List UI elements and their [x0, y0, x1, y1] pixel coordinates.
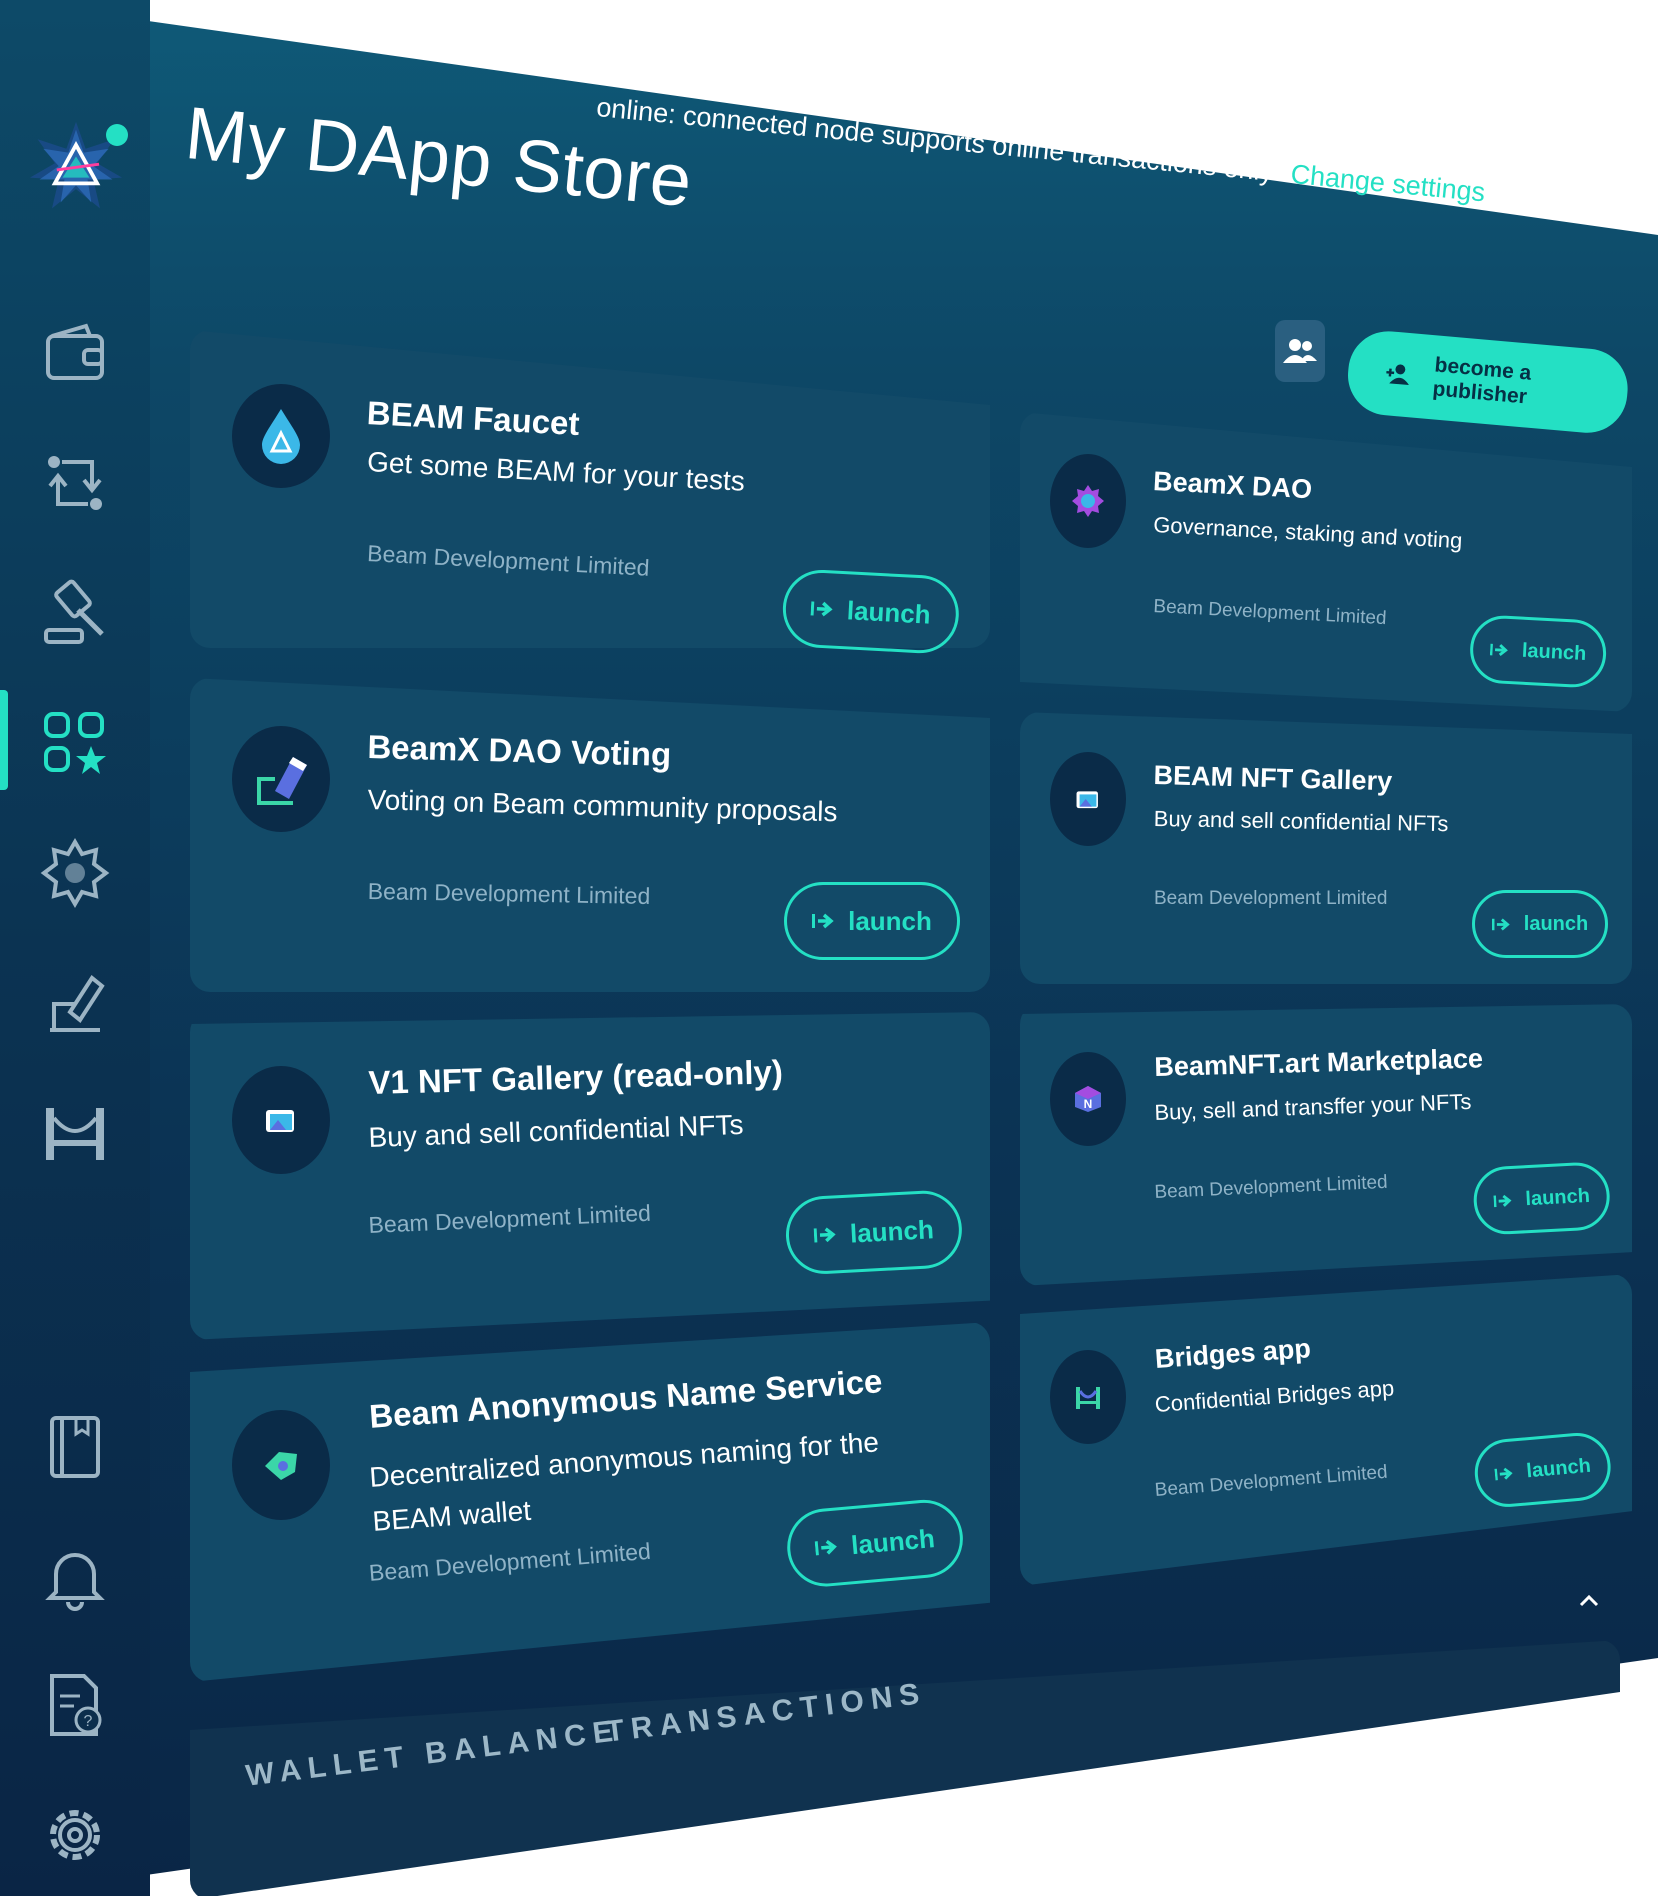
chevron-up-icon[interactable] — [1578, 1592, 1600, 1608]
settings-icon[interactable] — [40, 1800, 110, 1870]
help-icon[interactable]: ? — [40, 1670, 110, 1740]
notes-icon[interactable] — [40, 1412, 110, 1482]
online-status-dot — [106, 124, 128, 146]
v1-nft-gallery-app-icon — [232, 1066, 330, 1174]
beam-nft-gallery-app-icon — [1050, 752, 1126, 846]
app-publisher: Beam Development Limited — [367, 878, 651, 909]
launch-icon — [813, 1227, 836, 1243]
launch-icon — [1489, 643, 1508, 656]
app-description: Buy and sell confidential NFTs — [1153, 806, 1449, 837]
launch-label: launch — [849, 1522, 936, 1560]
launch-icon — [810, 601, 833, 617]
gallery-icon — [1076, 791, 1098, 809]
gallery-icon — [266, 1110, 294, 1132]
name-service-app-icon — [232, 1410, 330, 1520]
app-title: BeamX DAO Voting — [367, 728, 672, 773]
nft-cube-icon: N — [1075, 1086, 1101, 1112]
dao-icon[interactable] — [40, 838, 110, 908]
beamx-dao-app-icon — [1050, 454, 1126, 548]
wallet-icon[interactable] — [40, 320, 110, 390]
launch-button-beamnft-art-marketplace[interactable]: launch — [1472, 1160, 1612, 1236]
launch-label: launch — [1525, 1454, 1592, 1482]
sidebar: ? — [0, 0, 150, 1896]
app-card-beamnft-art-marketplace — [1020, 1004, 1632, 1286]
publishers-button[interactable] — [1275, 320, 1325, 382]
dao-voting-app-icon — [232, 726, 330, 832]
launch-button-beam-nft-gallery[interactable]: launch — [1472, 890, 1608, 958]
app-window: ? My DApp Store online: connected node s… — [0, 0, 1658, 1896]
tag-icon — [265, 1452, 297, 1480]
launch-button-beamx-dao[interactable]: launch — [1468, 614, 1608, 690]
svg-text:N: N — [1084, 1097, 1093, 1111]
launch-icon — [812, 913, 834, 929]
water-drop-icon — [262, 409, 300, 464]
launch-label: launch — [849, 1213, 935, 1249]
launch-label: launch — [848, 905, 932, 936]
launch-button-beamx-dao-voting[interactable]: launch — [784, 882, 960, 960]
launch-label: launch — [846, 594, 932, 630]
app-publisher: Beam Development Limited — [1154, 888, 1388, 909]
launch-button-v1-nft-gallery[interactable]: launch — [784, 1188, 964, 1276]
dapp-store-icon[interactable] — [40, 708, 110, 778]
users-icon — [1283, 339, 1317, 363]
bell-icon[interactable] — [40, 1542, 110, 1612]
launch-button-beam-faucet[interactable]: launch — [780, 568, 961, 656]
add-user-icon — [1386, 364, 1409, 386]
launch-icon — [1491, 918, 1510, 930]
become-publisher-label: become a publisher — [1431, 353, 1533, 409]
launch-icon — [1494, 1467, 1513, 1480]
app-title: BEAM NFT Gallery — [1153, 760, 1393, 797]
swap-icon[interactable] — [40, 448, 110, 518]
auction-icon[interactable] — [40, 578, 110, 648]
voting-icon[interactable] — [40, 968, 110, 1038]
launch-icon — [814, 1539, 837, 1556]
launch-label: launch — [1521, 639, 1587, 665]
bridge-icon[interactable] — [40, 1098, 110, 1168]
ballot-icon — [257, 757, 307, 805]
dao-gear-icon — [1072, 485, 1104, 517]
launch-icon — [1493, 1194, 1512, 1207]
bridges-app-icon — [1050, 1350, 1126, 1444]
launch-label: launch — [1524, 1184, 1591, 1210]
marketplace-app-icon: N — [1050, 1052, 1126, 1146]
bridge-icon — [1076, 1387, 1100, 1409]
launch-label: launch — [1523, 912, 1589, 935]
active-nav-indicator — [0, 690, 8, 790]
svg-text:?: ? — [84, 1713, 93, 1730]
faucet-app-icon — [232, 384, 330, 488]
